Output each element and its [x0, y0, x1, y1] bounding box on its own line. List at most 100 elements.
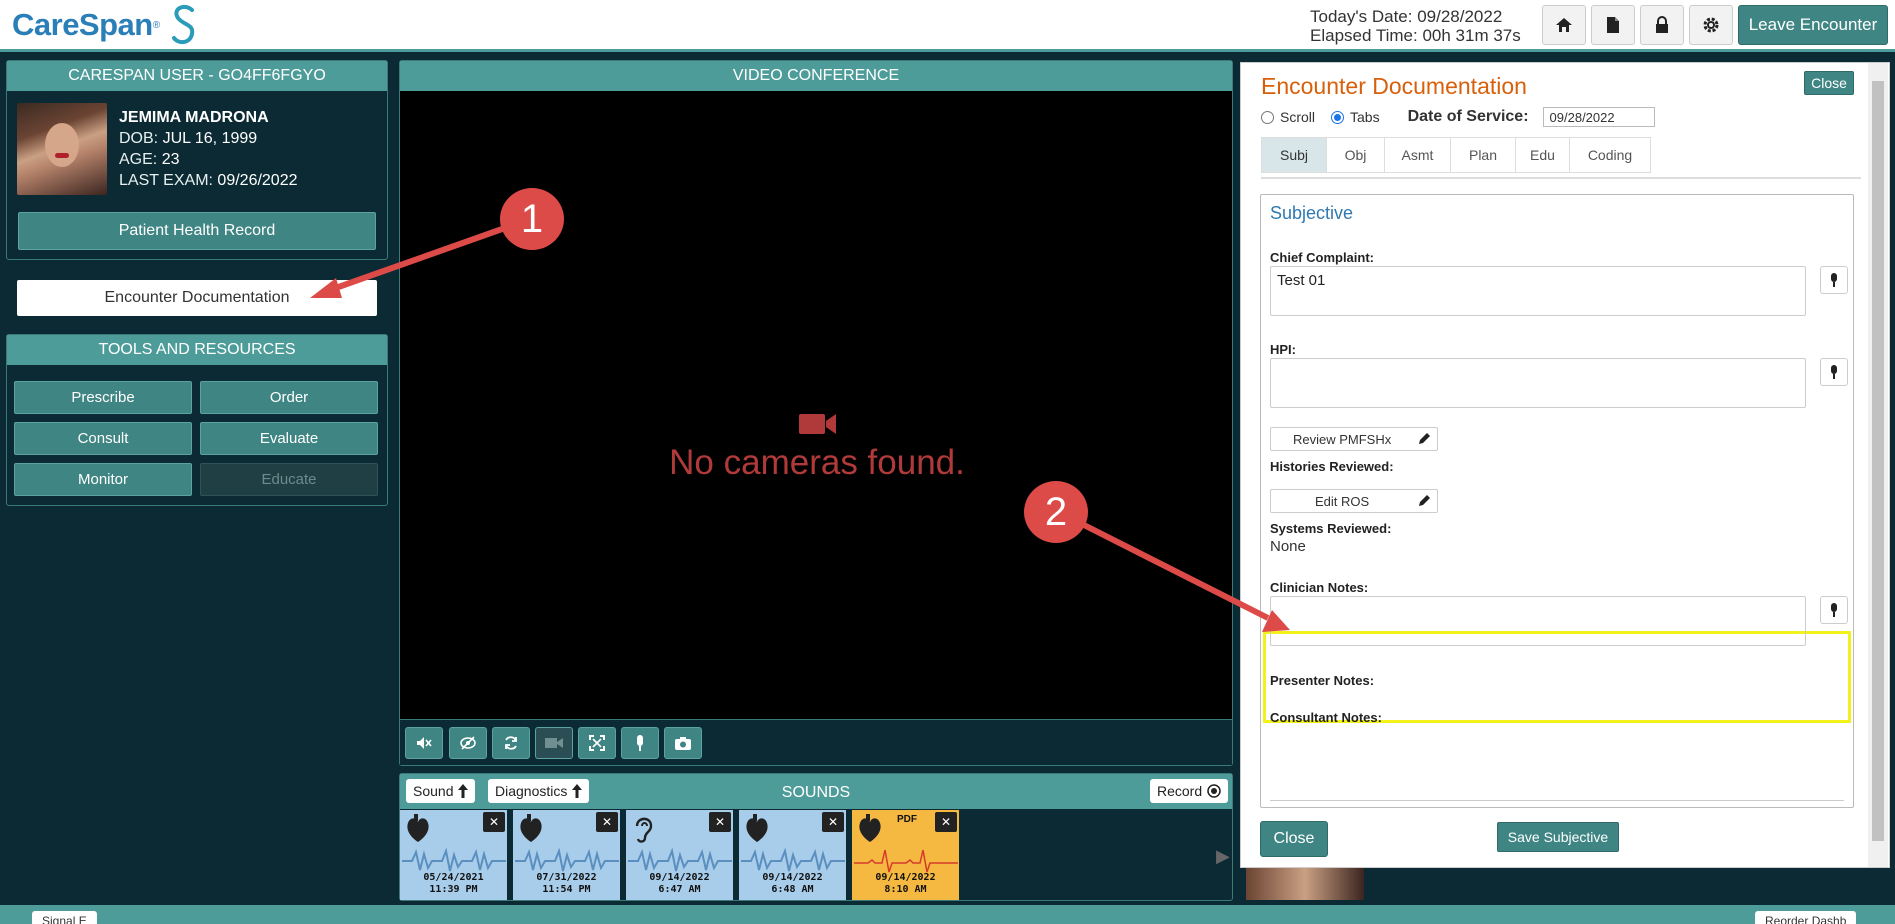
- snapshot-button[interactable]: [664, 727, 702, 759]
- sounds-next-icon[interactable]: ▶: [1216, 846, 1230, 867]
- tab-obj[interactable]: Obj: [1326, 137, 1385, 173]
- scrollbar-thumb[interactable]: [1872, 81, 1884, 841]
- microphone-icon: [1831, 273, 1837, 287]
- gear-icon: [1703, 17, 1719, 33]
- dob-label: DOB:: [119, 130, 159, 147]
- modal-scrollbar[interactable]: [1868, 63, 1888, 867]
- diagnostics-sort-button[interactable]: Diagnostics: [488, 779, 590, 803]
- date-of-service-label: Date of Service:: [1407, 108, 1529, 125]
- encounter-documentation-button[interactable]: Encounter Documentation: [17, 280, 377, 316]
- remove-sound-button[interactable]: ✕: [709, 812, 731, 832]
- waveform-icon: [628, 848, 732, 872]
- section-separator: [1270, 800, 1844, 801]
- ecg-waveform-icon: [854, 849, 958, 873]
- age-value: 23: [161, 151, 180, 168]
- hide-video-button[interactable]: [449, 727, 487, 759]
- sound-timestamp: 07/31/2022 11:54 PM: [513, 872, 620, 896]
- systems-reviewed-label: Systems Reviewed:: [1270, 521, 1392, 536]
- microphone-icon: [637, 735, 643, 751]
- last-exam-label: LAST EXAM:: [119, 172, 213, 189]
- hpi-field[interactable]: [1270, 358, 1806, 408]
- clinician-notes-dictate-button[interactable]: [1820, 596, 1848, 624]
- refresh-icon: [505, 736, 517, 750]
- sound-item[interactable]: ✕ 09/14/2022 6:48 AM: [739, 810, 849, 900]
- home-button[interactable]: [1542, 5, 1586, 45]
- tabs-radio[interactable]: [1331, 110, 1345, 124]
- patient-health-record-button[interactable]: Patient Health Record: [18, 212, 376, 250]
- signal-button[interactable]: Signal E: [32, 911, 97, 924]
- expand-icon: [589, 735, 605, 751]
- scroll-label: Scroll: [1280, 109, 1316, 125]
- save-subjective-button[interactable]: Save Subjective: [1497, 822, 1619, 852]
- tab-coding[interactable]: Coding: [1569, 137, 1651, 173]
- sound-date: 09/14/2022: [762, 872, 823, 883]
- view-mode-row: Scroll Tabs Date of Service:: [1261, 107, 1655, 127]
- mute-speaker-button[interactable]: [405, 727, 443, 759]
- carespan-logo[interactable]: CareSpan ®: [12, 4, 198, 46]
- tab-subj[interactable]: Subj: [1261, 137, 1327, 173]
- hpi-dictate-button[interactable]: [1820, 358, 1848, 386]
- sound-item[interactable]: ✕ 05/24/2021 11:39 PM: [400, 810, 510, 900]
- sound-timestamp: 09/14/2022 6:47 AM: [626, 872, 733, 896]
- chief-complaint-dictate-button[interactable]: [1820, 266, 1848, 294]
- waveform-icon: [402, 848, 506, 872]
- date-of-service-input[interactable]: [1542, 107, 1655, 127]
- documents-button[interactable]: [1591, 5, 1635, 45]
- sound-date: 07/31/2022: [536, 872, 597, 883]
- bottom-bar: Signal E Reorder Dashb: [0, 905, 1895, 924]
- close-top-button[interactable]: Close: [1804, 71, 1854, 95]
- remove-sound-button[interactable]: ✕: [935, 812, 957, 832]
- leave-encounter-button[interactable]: Leave Encounter: [1738, 5, 1888, 45]
- patient-panel: CARESPAN USER - GO4FF6FGYO JEMIMA MADRON…: [6, 60, 388, 260]
- review-pmfshx-label: Review PMFSHx: [1293, 431, 1392, 447]
- clinician-notes-label: Clinician Notes:: [1270, 580, 1369, 595]
- annotation-badge-2: 2: [1024, 481, 1088, 543]
- order-button[interactable]: Order: [200, 381, 378, 414]
- review-pmfshx-button[interactable]: Review PMFSHx: [1270, 427, 1438, 451]
- reorder-dashboard-button[interactable]: Reorder Dashb: [1755, 911, 1857, 924]
- prescribe-button[interactable]: Prescribe: [14, 381, 192, 414]
- diagnostics-sort-label: Diagnostics: [495, 783, 568, 799]
- fullscreen-button[interactable]: [578, 727, 616, 759]
- record-button[interactable]: Record: [1150, 779, 1229, 803]
- arrow-up-icon: [572, 784, 583, 798]
- remove-sound-button[interactable]: ✕: [822, 812, 844, 832]
- sound-item-pdf[interactable]: PDF ✕ 09/14/2022 8:10 AM: [852, 810, 962, 900]
- video-conference-panel: VIDEO CONFERENCE No cameras found.: [399, 60, 1233, 766]
- scroll-radio[interactable]: [1261, 110, 1274, 124]
- evaluate-button[interactable]: Evaluate: [200, 422, 378, 455]
- patient-age-row: AGE: 23: [119, 149, 298, 170]
- patient-dob-row: DOB: JUL 16, 1999: [119, 128, 298, 149]
- dob-value: JUL 16, 1999: [162, 130, 258, 147]
- encounter-documentation-modal: Encounter Documentation Close Scroll Tab…: [1240, 62, 1890, 868]
- microphone-button[interactable]: [621, 727, 659, 759]
- remove-sound-button[interactable]: ✕: [483, 812, 505, 832]
- close-bottom-button[interactable]: Close: [1260, 821, 1328, 857]
- tabs-divider: [1261, 177, 1861, 179]
- edit-ros-button[interactable]: Edit ROS: [1270, 489, 1438, 513]
- switch-camera-button[interactable]: [492, 727, 530, 759]
- record-icon: [1207, 784, 1221, 798]
- encounter-tabs: Subj Obj Asmt Plan Edu Coding: [1261, 137, 1651, 173]
- tab-asmt[interactable]: Asmt: [1384, 137, 1451, 173]
- tab-edu[interactable]: Edu: [1515, 137, 1570, 173]
- chief-complaint-label: Chief Complaint:: [1270, 250, 1374, 265]
- chief-complaint-field[interactable]: Test 01: [1270, 266, 1806, 316]
- tab-plan[interactable]: Plan: [1450, 137, 1516, 173]
- sound-item[interactable]: ✕ 09/14/2022 6:47 AM: [626, 810, 736, 900]
- annotation-badge-1: 1: [500, 188, 564, 250]
- lock-icon: [1656, 16, 1668, 33]
- lock-button[interactable]: [1640, 5, 1684, 45]
- consult-button[interactable]: Consult: [14, 422, 192, 455]
- sound-time: 6:47 AM: [658, 884, 701, 895]
- settings-button[interactable]: [1689, 5, 1733, 45]
- clinician-notes-field[interactable]: [1270, 596, 1806, 646]
- camera-toggle-button[interactable]: [535, 727, 573, 759]
- sound-time: 6:48 AM: [771, 884, 814, 895]
- sound-item[interactable]: ✕ 07/31/2022 11:54 PM: [513, 810, 623, 900]
- sound-time: 8:10 AM: [884, 884, 927, 895]
- sound-sort-button[interactable]: Sound: [406, 779, 476, 803]
- remove-sound-button[interactable]: ✕: [596, 812, 618, 832]
- monitor-button[interactable]: Monitor: [14, 463, 192, 496]
- microphone-icon: [1831, 365, 1837, 379]
